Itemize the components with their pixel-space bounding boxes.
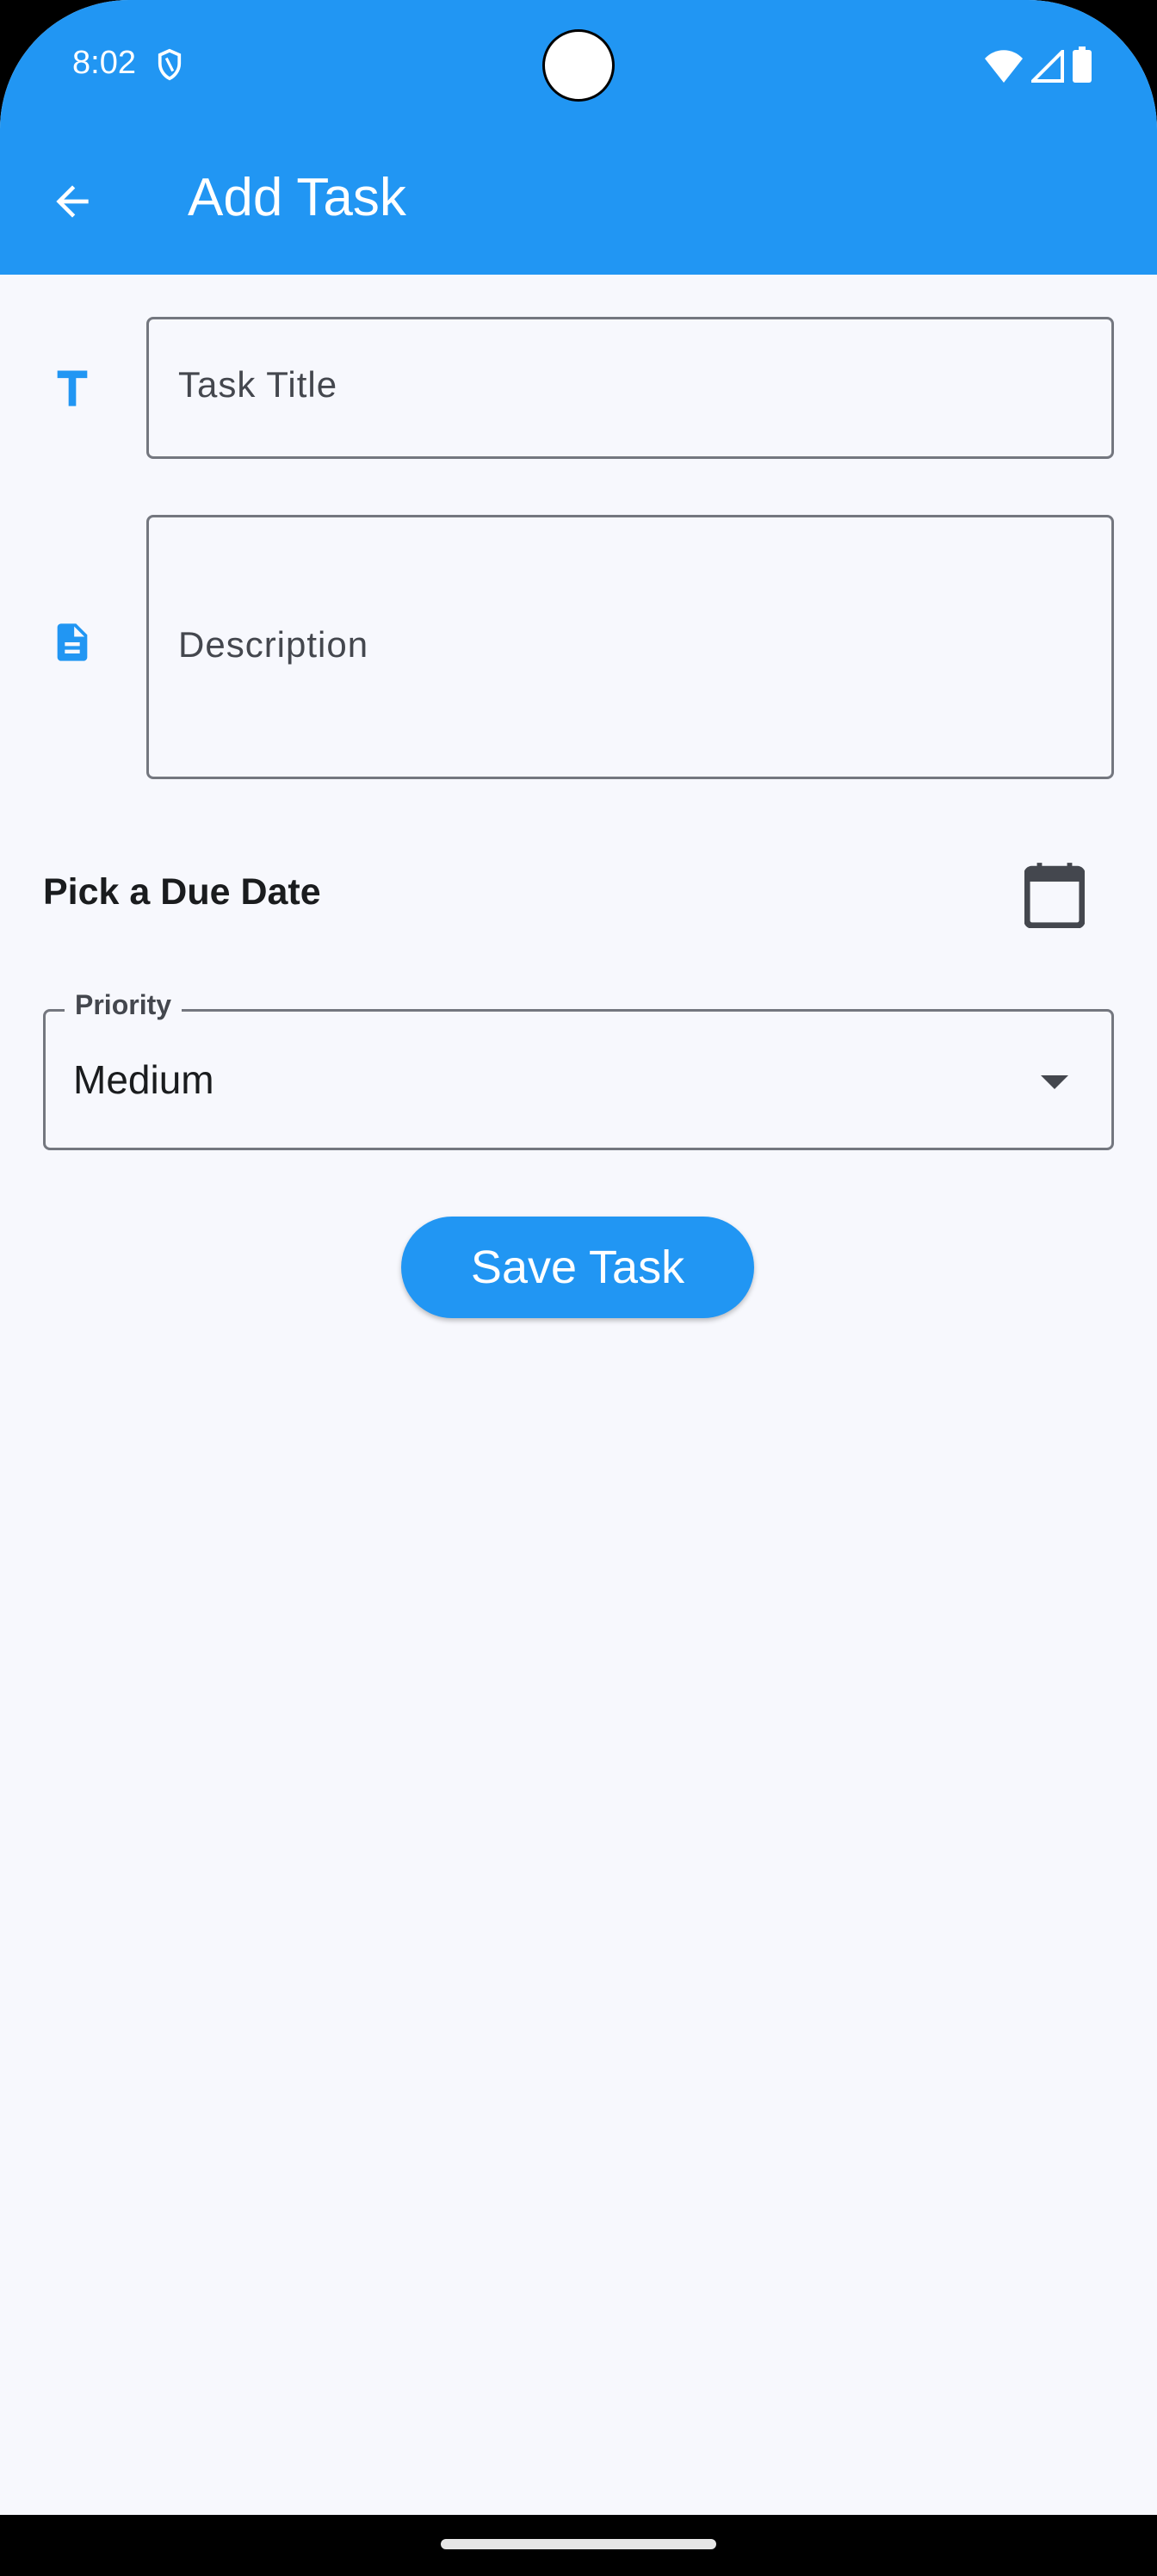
home-indicator[interactable] [441,2539,716,2549]
dropdown-arrow-icon [1041,1075,1068,1089]
navigation-bar [0,2515,1157,2576]
task-title-input[interactable]: Task Title [146,317,1114,459]
status-time: 8:02 [72,45,136,81]
calendar-icon[interactable] [1024,863,1085,928]
page-title: Add Task [188,168,406,227]
description-placeholder: Description [178,624,369,665]
wifi-icon [985,50,1023,83]
priority-label: Priority [65,989,183,1021]
screen: 8:02 Add Task Task Title Description Pic… [0,0,1157,2576]
save-task-button[interactable]: Save Task [401,1217,754,1318]
description-icon [57,623,88,661]
title-icon [57,370,88,406]
task-title-placeholder: Task Title [178,364,338,405]
due-date-label[interactable]: Pick a Due Date [43,871,321,913]
system-icons [985,46,1092,83]
priority-value: Medium [73,1057,214,1102]
camera-cutout [542,29,615,102]
app-bar: 8:02 Add Task [0,0,1157,275]
description-input[interactable]: Description [146,515,1114,779]
shield-icon [158,48,182,81]
battery-icon [1073,46,1092,83]
priority-dropdown[interactable]: Priority Medium [43,989,1114,1150]
arrow-back-icon[interactable] [48,177,96,226]
signal-icon [1031,50,1064,83]
